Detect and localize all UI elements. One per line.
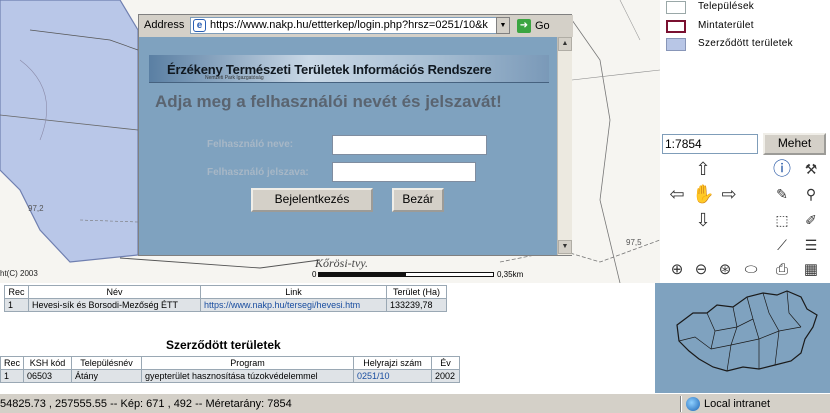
address-bar: Address e https://www.nakp.hu/ettterkep/… — [139, 15, 573, 37]
table-cell: gyepterület hasznosítása túzokvédelemmel — [141, 369, 355, 383]
legend-label: Szerződött területek — [698, 38, 793, 49]
login-page: Érzékeny Természeti Területek Információ… — [139, 37, 557, 255]
security-zone-label: Local intranet — [704, 398, 771, 410]
status-separator — [680, 396, 682, 412]
status-bar: 54825.73 , 257555.55 -- Kép: 671 , 492 -… — [0, 393, 830, 413]
pan-up-icon[interactable]: ⇧ — [692, 158, 714, 180]
legend-swatch — [666, 1, 686, 14]
go-button[interactable]: ➜ Go — [517, 18, 569, 34]
password-label: Felhasználó jelszava: — [207, 167, 309, 178]
address-dropdown-button[interactable]: ▼ — [496, 17, 510, 34]
login-button[interactable]: Bejelentkezés — [251, 188, 373, 212]
legend-swatch — [666, 20, 686, 33]
popup-scrollbar[interactable]: ▲ ▼ — [557, 37, 572, 255]
layers-tool-icon[interactable]: ⚒ — [800, 158, 822, 180]
table-header: Helyrajzi szám — [353, 356, 433, 370]
map-legend: Települések Mintaterület Szerződött terü… — [660, 0, 830, 60]
ruler-tool-icon[interactable]: ☰ — [800, 234, 822, 256]
hungary-outline-map — [676, 290, 818, 372]
address-url: https://www.nakp.hu/ettterkep/login.php?… — [210, 19, 488, 31]
table-header: Év — [431, 356, 461, 370]
intranet-zone-icon — [686, 397, 700, 411]
query-tool-icon[interactable]: ⚲ — [800, 183, 822, 205]
table-header: Link — [200, 285, 387, 299]
map-place-name: Kőrösi-tvy. — [315, 256, 368, 270]
spot-height-label: 97,5 — [626, 238, 642, 247]
pan-left-icon[interactable]: ⇦ — [666, 183, 688, 205]
table-header: Terület (Ha) — [386, 285, 447, 299]
table-header: Név — [28, 285, 201, 299]
table-cell: Hevesi-sík és Borsodi-Mezőség ÉTT — [28, 298, 201, 312]
go-label: Go — [535, 20, 550, 32]
print-icon[interactable]: ⎙ — [771, 259, 793, 281]
clear-tool-icon[interactable]: ✐ — [800, 209, 822, 231]
table-header: Rec — [0, 356, 25, 370]
address-input[interactable]: e https://www.nakp.hu/ettterkep/login.ph… — [190, 17, 510, 34]
info-icon[interactable]: ⓘ — [771, 158, 793, 180]
table-row: 1 Hevesi-sík és Borsodi-Mezőség ÉTT http… — [4, 298, 447, 312]
table-cell: 1 — [0, 369, 25, 383]
info-panel: Rec Név Link Terület (Ha) 1 Hevesi-sík é… — [0, 283, 655, 393]
table-cell: 1 — [4, 298, 29, 312]
overview-minimap[interactable] — [655, 283, 830, 393]
legend-label: Települések — [698, 1, 755, 12]
table-header: Településnév — [71, 356, 143, 370]
status-coordinates: 54825.73 , 257555.55 -- Kép: 671 , 492 -… — [0, 398, 292, 410]
line-tool-icon[interactable]: ⟋ — [771, 234, 793, 256]
table-cell: 133239,78 — [386, 298, 447, 312]
scale-value: 7854 — [675, 137, 702, 151]
contract-section-title: Szerződött területek — [166, 338, 281, 352]
select-icon[interactable]: ⬚ — [771, 209, 793, 231]
zoom-out-icon[interactable]: ⊖ — [690, 259, 712, 281]
table-header: Program — [141, 356, 355, 370]
contract-table: Rec KSH kód Településnév Program Helyraj… — [0, 356, 461, 383]
scale-bar — [318, 272, 494, 277]
password-input[interactable] — [332, 162, 476, 182]
scale-end-label: 0,35km — [497, 270, 524, 279]
measure-icon[interactable]: ✎ — [771, 183, 793, 205]
username-input[interactable] — [332, 135, 487, 155]
username-label: Felhasználó neve: — [207, 139, 294, 150]
legend-swatch — [666, 38, 686, 51]
table-link-cell[interactable]: https://www.nakp.hu/tersegi/hevesi.htm — [200, 298, 387, 312]
mehet-button[interactable]: Mehet — [763, 133, 826, 155]
login-heading: Adja meg a felhasználói nevét és jelszav… — [155, 92, 502, 111]
hand-pan-icon[interactable]: ✋ — [692, 183, 714, 205]
table-header: KSH kód — [23, 356, 73, 370]
scroll-up-icon[interactable]: ▲ — [558, 37, 572, 51]
table-row: 1 06503 Átány gyepterület hasznosítása t… — [0, 369, 461, 383]
map-copyright: ht(C) 2003 — [0, 269, 38, 278]
ie-page-icon: e — [193, 19, 206, 32]
scale-start-label: 0 — [312, 270, 317, 279]
table-header: Rec — [4, 285, 29, 299]
table-cell: 06503 — [23, 369, 73, 383]
close-button[interactable]: Bezár — [392, 188, 444, 212]
scale-prefix: 1: — [665, 137, 676, 151]
eraser-icon[interactable]: ⬭ — [740, 259, 762, 281]
area-info-table: Rec Név Link Terület (Ha) 1 Hevesi-sík é… — [4, 285, 447, 312]
banner-subtitle: Nemzeti Park Igazgatóság — [205, 75, 264, 81]
table-cell: Átány — [71, 369, 143, 383]
go-arrow-icon: ➜ — [517, 19, 531, 34]
table-cell: 2002 — [431, 369, 461, 383]
scroll-down-icon[interactable]: ▼ — [558, 240, 572, 254]
site-banner: Érzékeny Természeti Területek Információ… — [149, 55, 549, 83]
zoom-rect-icon[interactable]: ⊛ — [714, 259, 736, 281]
pan-down-icon[interactable]: ⇩ — [692, 209, 714, 231]
table-link-cell[interactable]: 0251/10 — [353, 369, 433, 383]
scale-input[interactable]: 1:7854 — [662, 134, 758, 154]
login-popup-window: Address e https://www.nakp.hu/ettterkep/… — [138, 14, 573, 256]
table-tool-icon[interactable]: ▦ — [800, 259, 822, 281]
address-label: Address — [144, 19, 185, 31]
spot-height-label: 97,2 — [28, 204, 44, 213]
pan-right-icon[interactable]: ⇨ — [718, 183, 740, 205]
legend-label: Mintaterület — [698, 20, 754, 31]
zoom-in-icon[interactable]: ⊕ — [666, 259, 688, 281]
map-tools-panel: 1:7854 Mehet ⇧ ⓘ ⚒ ⇦ ✋ ⇨ ✎ ⚲ ⇩ ⬚ ✐ ⟋ ☰ ⊕… — [660, 128, 830, 283]
